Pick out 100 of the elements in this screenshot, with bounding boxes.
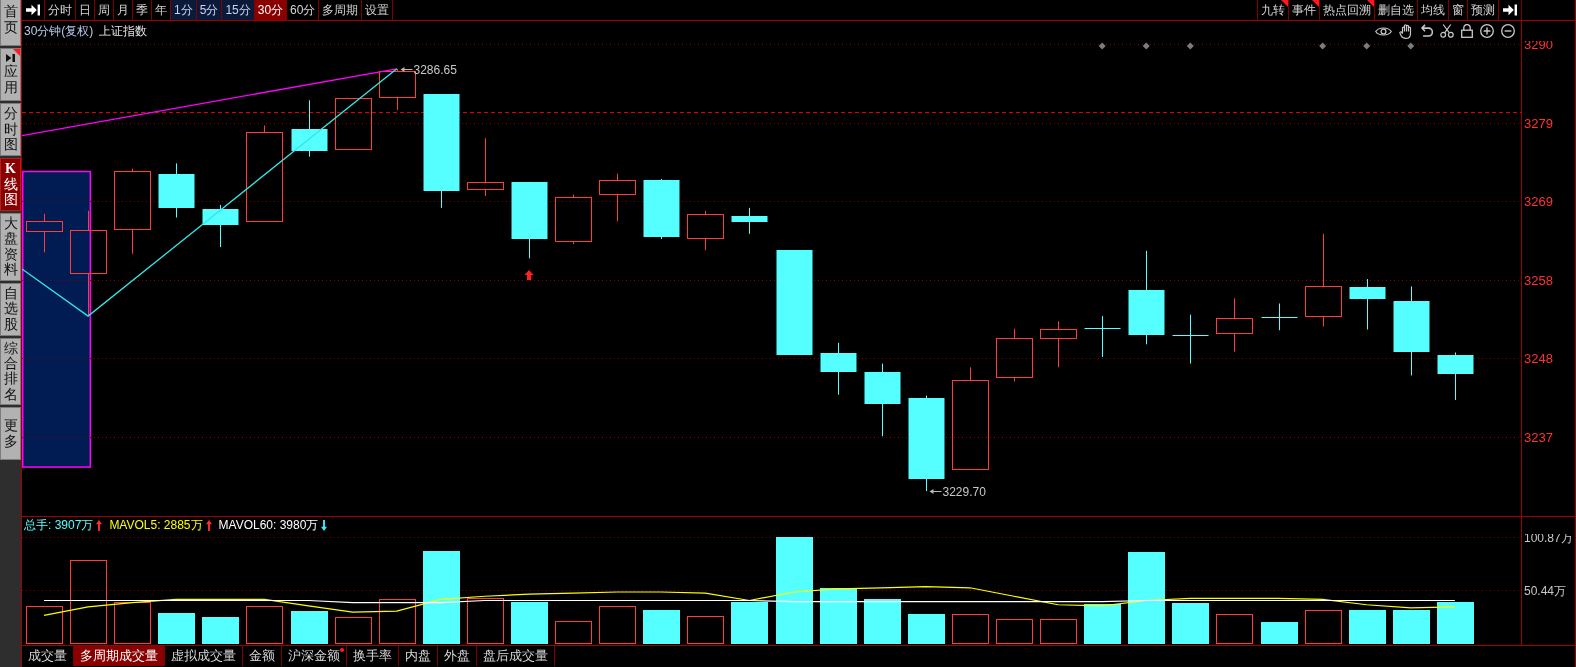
candlestick	[599, 173, 636, 222]
period-tab[interactable]: 多周期	[319, 0, 363, 20]
candlestick	[26, 213, 63, 253]
volume-bar	[599, 606, 636, 644]
candlestick	[379, 68, 416, 111]
candlestick	[731, 207, 768, 235]
eye-icon[interactable]	[1375, 25, 1392, 37]
candlestick	[1216, 297, 1253, 353]
toolbar-button[interactable]: 事件	[1289, 0, 1320, 20]
sidebar-tab[interactable]: 自选股	[0, 282, 21, 336]
candlestick	[643, 178, 680, 240]
candlestick	[467, 137, 504, 197]
toolbar-button[interactable]: 九转	[1257, 0, 1289, 20]
candlestick	[335, 98, 372, 150]
price-label: 3229.70	[942, 485, 986, 499]
diamond-icon	[1319, 42, 1327, 50]
sidebar-tab[interactable]: 综合排名	[0, 337, 21, 406]
diamond-icon	[1363, 42, 1371, 50]
volume-bar	[1172, 603, 1209, 644]
sidebar-tab[interactable]: K线图	[0, 158, 21, 211]
candlestick	[1084, 315, 1121, 358]
plus-circle-icon[interactable]	[1480, 24, 1494, 38]
axis-label: 50.44万	[1524, 584, 1567, 598]
volume-bar	[511, 602, 548, 644]
volume-bar	[379, 599, 416, 644]
volume-bar	[864, 599, 901, 644]
axis-label: 3248	[1524, 351, 1553, 366]
play-bar-icon	[6, 54, 15, 63]
candlestick	[202, 204, 239, 248]
sidebar-tab[interactable]: 更多	[0, 407, 21, 461]
axis-label: 3258	[1524, 273, 1553, 288]
period-tab[interactable]: 15分	[222, 0, 255, 20]
diamond-icon	[1186, 42, 1194, 50]
volume-bar	[1084, 604, 1121, 644]
period-tab[interactable]: 设置	[362, 0, 394, 20]
volume-bar	[291, 611, 328, 644]
volume-bar	[114, 602, 151, 644]
hand-icon[interactable]	[1399, 23, 1412, 39]
volume-bar	[202, 617, 239, 644]
volume-bar	[1261, 622, 1298, 644]
sidebar-tab[interactable]: 应用	[0, 48, 21, 101]
volume-bar	[26, 606, 63, 644]
volume-bar	[908, 614, 945, 644]
period-tab[interactable]: 60分	[287, 0, 320, 20]
axis-label: 3269	[1524, 194, 1553, 209]
scissors-icon[interactable]	[1440, 24, 1454, 38]
period-tab[interactable]: 季	[133, 0, 152, 20]
undo-icon[interactable]	[1419, 24, 1433, 38]
price-label: 3286.65	[413, 63, 457, 77]
volume-bar	[687, 616, 724, 644]
period-tab[interactable]: 年	[152, 0, 171, 20]
sidebar-tab[interactable]: 大盘资料	[0, 213, 21, 281]
candlestick	[996, 328, 1033, 382]
volume-bar	[731, 602, 768, 644]
candlestick	[291, 99, 328, 158]
diamond-icon	[1407, 42, 1415, 50]
candlestick	[158, 162, 195, 218]
minus-circle-icon[interactable]	[1501, 24, 1515, 38]
up-arrow-icon	[524, 270, 534, 280]
volume-bar	[643, 610, 680, 644]
period-tab[interactable]: 1分	[171, 0, 197, 20]
diamond-icon	[1098, 42, 1106, 50]
toolbar-button[interactable]: 热点回溯	[1320, 0, 1375, 20]
arrow-to-bar-icon	[26, 4, 40, 16]
index-name: 上证指数	[99, 22, 148, 40]
period-tab[interactable]: 周	[95, 0, 114, 20]
arrow-to-bar-icon	[1503, 4, 1517, 16]
axis-label: 3279	[1524, 116, 1553, 131]
volume-bar	[1040, 619, 1077, 644]
volume-bar	[1305, 610, 1342, 644]
candlestick	[1261, 303, 1298, 331]
volume-bar	[820, 588, 857, 644]
toolbar-button[interactable]: 预测	[1468, 0, 1499, 20]
sidebar-tab[interactable]: 首页	[0, 0, 21, 46]
volume-bar	[1393, 610, 1430, 644]
sidebar-tab[interactable]: 分时图	[0, 103, 21, 156]
candlestick	[687, 210, 724, 251]
diamond-icon	[1142, 42, 1150, 50]
axis-label: 3237	[1524, 430, 1553, 445]
volume-bar	[1216, 614, 1253, 644]
candlestick	[1437, 352, 1474, 401]
toolbar-button[interactable]: 删自选	[1375, 0, 1418, 20]
volume-bar	[952, 614, 989, 644]
toolbar-button[interactable]: 均线	[1418, 0, 1449, 20]
indicator-tab[interactable]: 多周期成交量	[74, 646, 165, 666]
legend-value: MAVOL5: 2885万	[109, 517, 203, 534]
volume-bar	[996, 619, 1033, 644]
period-tab[interactable]: 分时	[45, 0, 76, 20]
legend-value: MAVOL60: 3980万	[218, 517, 319, 534]
period-tab[interactable]: 30分	[254, 0, 288, 20]
period-tab[interactable]: 5分	[196, 0, 223, 20]
volume-bar	[158, 613, 195, 644]
leader-arrow	[400, 67, 413, 72]
leader-arrow	[929, 489, 942, 494]
volume-bar	[467, 598, 504, 644]
period-tab[interactable]: 月	[114, 0, 133, 20]
lock-icon[interactable]	[1461, 24, 1473, 38]
candlestick	[1349, 278, 1386, 330]
volume-bar	[1437, 602, 1474, 644]
candlestick	[1172, 314, 1209, 365]
